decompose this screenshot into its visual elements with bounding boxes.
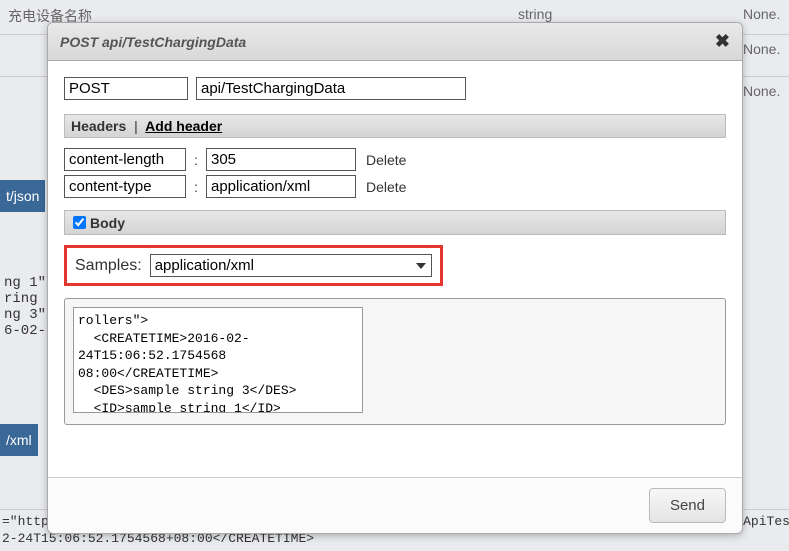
header-delete-button[interactable]: Delete [366,179,406,195]
add-header-link[interactable]: Add header [145,118,222,134]
close-icon[interactable]: ✖ [715,31,730,52]
header-value-input[interactable] [206,148,356,171]
bg-field-none: None. [743,83,781,99]
header-delete-button[interactable]: Delete [366,152,406,168]
request-line [64,77,726,100]
http-method-input[interactable] [64,77,188,100]
samples-label: Samples: [75,257,142,275]
dialog-title: POST api/TestChargingData [60,34,246,50]
header-key-input[interactable] [64,148,186,171]
test-client-dialog: POST api/TestChargingData ✖ Headers | Ad… [47,22,743,534]
header-row: : Delete [64,148,726,171]
headers-label: Headers [71,118,126,134]
body-label: Body [90,215,125,231]
header-key-input[interactable] [64,175,186,198]
headers-section-bar: Headers | Add header [64,114,726,138]
uri-input[interactable] [196,77,466,100]
body-textarea[interactable] [73,307,363,413]
header-value-input[interactable] [206,175,356,198]
body-panel [64,298,726,425]
dialog-footer: Send [48,477,742,533]
dialog-titlebar: POST api/TestChargingData ✖ [48,23,742,61]
body-section-bar: Body [64,210,726,235]
samples-select[interactable]: application/xml [150,254,432,277]
header-row: : Delete [64,175,726,198]
send-button[interactable]: Send [649,488,726,523]
bg-field-none: None. [743,41,781,57]
tab-xml[interactable]: /xml [0,424,38,456]
tab-json[interactable]: t/json [0,180,45,212]
bg-field-none: None. [743,6,781,26]
body-checkbox[interactable] [73,216,86,229]
samples-row: Samples: application/xml [64,245,443,286]
